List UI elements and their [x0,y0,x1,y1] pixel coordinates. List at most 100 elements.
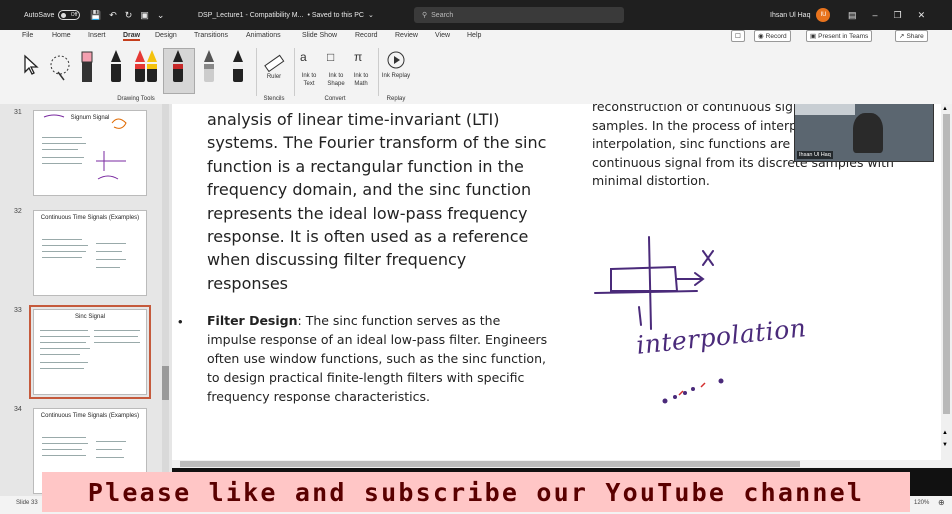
record-label: Record [765,32,787,40]
search-box[interactable]: ⚲ Search [414,7,624,23]
share-button[interactable]: ↗ Share [895,30,928,42]
eraser-icon[interactable] [79,50,95,86]
close-icon[interactable]: ✕ [918,10,926,21]
highlighter-yellow-icon[interactable] [146,50,158,84]
scroll-thumb[interactable] [943,114,950,414]
ink-to-text-icon[interactable]: a [300,50,307,64]
avatar[interactable]: IU [816,8,831,22]
customize-qat-icon[interactable]: ⌄ [157,10,165,21]
tab-insert[interactable]: Insert [88,32,106,39]
prev-slide-icon[interactable]: ▲ [942,430,948,436]
ink-tick [638,306,642,326]
tab-animations[interactable]: Animations [246,32,281,39]
tab-view[interactable]: View [435,32,450,39]
bullet-marker: • [178,314,183,329]
title-bar: AutoSave Off 💾 ↶ ↻ ▣ ⌄ DSP_Lecture1 - Co… [0,0,952,30]
horizontal-scrollbar[interactable] [172,460,952,468]
ink-dot [691,387,695,391]
tab-transitions[interactable]: Transitions [194,32,228,39]
tab-home[interactable]: Home [52,32,71,39]
tab-slide-show[interactable]: Slide Show [302,32,337,39]
ink-to-text-button[interactable]: Ink to Text [296,72,322,88]
slide-canvas[interactable]: analysis of linear time-invariant (LTI) … [172,104,941,460]
ink-dot [718,378,724,384]
thumb-title: Sinc Signal [74,314,106,320]
pen-dark-red-icon[interactable] [172,50,184,84]
share-label: Share [906,32,924,40]
scroll-up-icon[interactable]: ▲ [942,106,948,112]
ink-to-shape-icon[interactable]: □ [327,50,334,64]
autosave-control[interactable]: AutoSave Off [24,0,81,30]
ink-replay-button[interactable]: Ink Replay [380,72,412,80]
present-icon[interactable]: ▣ [140,10,149,21]
ink-replay-icon[interactable] [386,50,406,70]
thumb-number: 32 [14,208,22,215]
ink-to-shape-button[interactable]: Ink to Shape [322,72,350,88]
ink-arrow [676,272,705,286]
slide-thumbnail-31[interactable]: Signum Signal [33,110,147,196]
present-in-teams-button[interactable]: ▣ Present in Teams [806,30,873,42]
webcam-video[interactable]: Ihsan Ul Haq [794,104,934,162]
teams-icon: ▣ [810,33,817,40]
pen-black-icon[interactable] [110,50,122,84]
minimize-icon[interactable]: – [873,10,878,20]
next-slide-icon[interactable]: ▼ [942,442,948,448]
thumb-title: Continuous Time Signals (Examples) [40,215,140,221]
tab-file[interactable]: File [22,32,33,39]
select-cursor-icon[interactable] [22,54,40,76]
ruler-label[interactable]: Ruler [258,73,290,81]
thumb-number: 34 [14,406,22,413]
document-title: DSP_Lecture1 - Compatibility M... [198,11,304,19]
ink-to-math-button[interactable]: Ink to Math [348,72,374,88]
redo-icon[interactable]: ↻ [125,10,133,21]
slide-thumbnail-33[interactable]: Sinc Signal [29,305,151,399]
share-icon: ↗ [899,33,905,40]
pen-red-icon[interactable] [134,50,146,84]
tab-help[interactable]: Help [467,32,481,39]
ink-dot [683,391,687,395]
ink-dot [662,398,668,404]
user-name[interactable]: Ihsan Ul Haq [770,12,810,19]
slide-scrollbar[interactable]: ▲ ▲ ▼ [941,104,952,460]
tab-record[interactable]: Record [355,32,378,39]
zoom-level[interactable]: 120% [914,500,929,506]
subscribe-banner: Please like and subscribe our YouTube ch… [42,472,910,512]
save-status[interactable]: • Saved to this PC [307,12,364,19]
save-icon[interactable]: 💾 [90,10,101,21]
draw-ribbon: Drawing Tools Ruler Stencils a Ink to Te… [0,44,952,105]
fit-slide-icon[interactable]: ⊕ [938,498,945,507]
thumb-number: 31 [14,109,22,116]
group-drawing-tools-label: Drawing Tools [117,96,155,102]
thumbnail-scroll-thumb[interactable] [162,366,169,400]
maximize-icon[interactable]: ❐ [894,10,902,21]
presenter-silhouette [853,113,883,153]
ribbon-display-icon[interactable]: ▤ [848,10,857,21]
group-stencils-label: Stencils [263,96,285,102]
comments-button[interactable]: ☐ [731,30,745,42]
horizontal-scroll-thumb[interactable] [180,461,800,467]
ruler-icon[interactable] [263,52,285,74]
search-placeholder: Search [431,11,454,19]
slide-thumbnail-32[interactable]: Continuous Time Signals (Examples) [33,210,147,296]
tab-design[interactable]: Design [155,32,177,39]
chevron-down-icon[interactable]: ⌄ [368,11,374,19]
autosave-toggle[interactable]: Off [58,10,81,20]
ink-rectangle [610,265,679,292]
banner-text: Please like and subscribe our YouTube ch… [87,477,865,507]
pen-black-2-icon[interactable] [232,50,244,84]
tab-review[interactable]: Review [395,32,418,39]
pen-gray-icon[interactable] [203,50,215,84]
ink-to-math-icon[interactable]: π [354,50,362,64]
slide-info: Slide 33 [16,500,38,506]
search-icon: ⚲ [422,12,428,19]
group-convert-label: Convert [324,96,346,102]
undo-icon[interactable]: ↶ [109,10,117,21]
lasso-select-icon[interactable] [46,52,76,82]
tab-draw[interactable]: Draw [123,32,141,41]
thumb-number: 33 [14,307,22,314]
thumb-ink-icon [43,114,127,180]
ink-vertical-axis [648,236,652,330]
ink-x-mark [702,250,714,266]
record-button[interactable]: ◉ Record [754,30,791,42]
thumbnail-scrollbar[interactable] [162,104,169,496]
